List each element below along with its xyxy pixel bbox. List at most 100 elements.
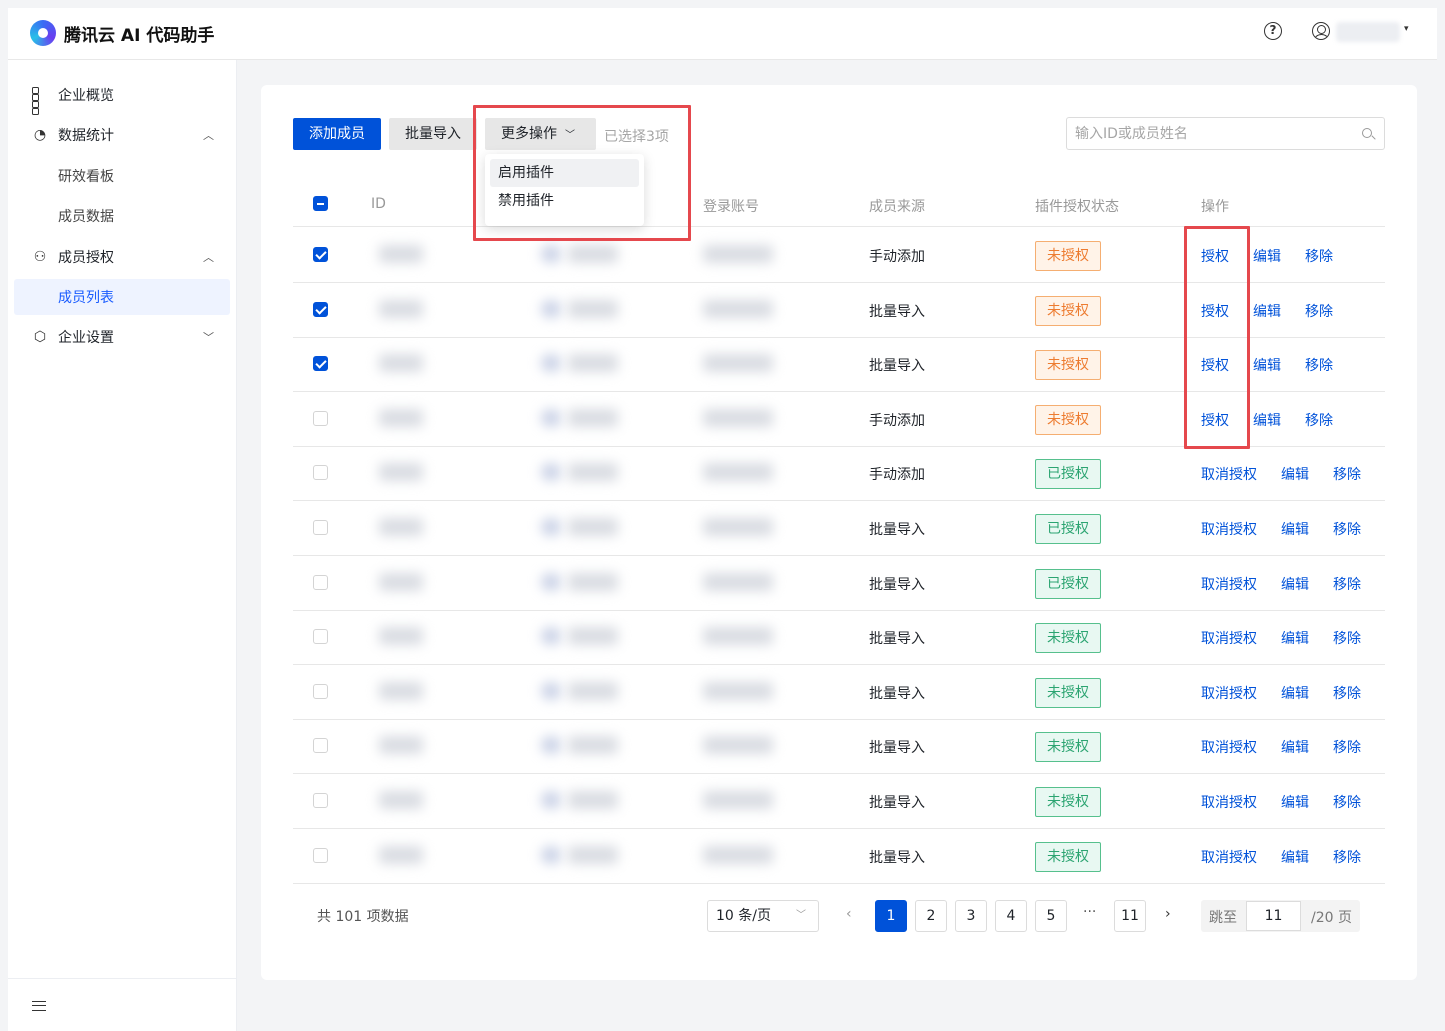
- row-checkbox[interactable]: [313, 848, 328, 863]
- collapse-menu-icon[interactable]: [32, 1001, 46, 1011]
- sidebar-item-member-data[interactable]: 成员数据: [14, 198, 230, 234]
- jump-page-input[interactable]: 11: [1246, 901, 1301, 931]
- sidebar-item-dev-board[interactable]: 研效看板: [14, 158, 230, 194]
- remove-link[interactable]: 移除: [1333, 464, 1361, 484]
- member-id-redacted: [379, 573, 423, 591]
- sidebar-item-stats[interactable]: ◔ 数据统计 ︿: [14, 117, 230, 153]
- remove-link[interactable]: 移除: [1333, 847, 1361, 867]
- row-checkbox[interactable]: [313, 302, 328, 317]
- page-button-3[interactable]: 3: [955, 900, 987, 932]
- page-button-1[interactable]: 1: [875, 900, 907, 932]
- edit-link[interactable]: 编辑: [1281, 792, 1309, 812]
- brand[interactable]: 腾讯云 AI 代码助手: [30, 20, 214, 46]
- remove-link[interactable]: 移除: [1333, 628, 1361, 648]
- sidebar-item-label: 企业概览: [58, 88, 114, 104]
- status-badge: 未授权: [1035, 842, 1101, 872]
- edit-link[interactable]: 编辑: [1253, 246, 1281, 266]
- remove-link[interactable]: 移除: [1305, 301, 1333, 321]
- page-button-5[interactable]: 5: [1035, 900, 1067, 932]
- chevron-down-icon[interactable]: ▾: [1404, 24, 1409, 34]
- remove-link[interactable]: 移除: [1305, 246, 1333, 266]
- status-badge: 未授权: [1035, 241, 1101, 271]
- revoke-auth-link[interactable]: 取消授权: [1201, 628, 1257, 648]
- edit-link[interactable]: 编辑: [1281, 574, 1309, 594]
- row-checkbox[interactable]: [313, 575, 328, 590]
- remove-link[interactable]: 移除: [1333, 574, 1361, 594]
- member-id-redacted: [379, 846, 423, 864]
- batch-import-button[interactable]: 批量导入: [389, 118, 477, 150]
- sidebar-item-member-auth[interactable]: ⚇ 成员授权 ︿: [14, 239, 230, 275]
- edit-link[interactable]: 编辑: [1253, 355, 1281, 375]
- row-checkbox[interactable]: [313, 356, 328, 371]
- status-badge: 未授权: [1035, 296, 1101, 326]
- member-id-redacted: [379, 245, 423, 263]
- row-checkbox[interactable]: [313, 465, 328, 480]
- revoke-auth-link[interactable]: 取消授权: [1201, 519, 1257, 539]
- page-jumper: 跳至 11 /20 页: [1201, 900, 1360, 932]
- sidebar-item-settings[interactable]: ⬡ 企业设置 ﹀: [14, 319, 230, 355]
- next-page-icon[interactable]: ›: [1165, 906, 1171, 922]
- edit-link[interactable]: 编辑: [1281, 847, 1309, 867]
- edit-link[interactable]: 编辑: [1281, 464, 1309, 484]
- remove-link[interactable]: 移除: [1305, 355, 1333, 375]
- help-icon[interactable]: ?: [1264, 22, 1282, 40]
- page-button-4[interactable]: 4: [995, 900, 1027, 932]
- table-row: 批量导入 已授权 取消授权 编辑 移除: [293, 556, 1385, 611]
- sidebar: 企业概览 ◔ 数据统计 ︿ 研效看板 成员数据 ⚇ 成员授权 ︿ 成员列表 ⬡ …: [8, 60, 237, 1031]
- sidebar-item-member-list[interactable]: 成员列表: [14, 279, 230, 315]
- remove-link[interactable]: 移除: [1305, 410, 1333, 430]
- edit-link[interactable]: 编辑: [1281, 683, 1309, 703]
- revoke-auth-link[interactable]: 取消授权: [1201, 464, 1257, 484]
- member-avatar-redacted: [541, 518, 561, 536]
- revoke-auth-link[interactable]: 取消授权: [1201, 737, 1257, 757]
- revoke-auth-link[interactable]: 取消授权: [1201, 683, 1257, 703]
- table-row: 手动添加 已授权 取消授权 编辑 移除: [293, 446, 1385, 501]
- login-account-redacted: [703, 791, 773, 809]
- revoke-auth-link[interactable]: 取消授权: [1201, 792, 1257, 812]
- edit-link[interactable]: 编辑: [1281, 628, 1309, 648]
- login-account-redacted: [703, 573, 773, 591]
- edit-link[interactable]: 编辑: [1253, 410, 1281, 430]
- member-name-redacted: [568, 573, 618, 591]
- login-account-redacted: [703, 300, 773, 318]
- member-source: 手动添加: [869, 467, 925, 483]
- sidebar-item-overview[interactable]: 企业概览: [14, 77, 230, 115]
- edit-link[interactable]: 编辑: [1253, 301, 1281, 321]
- prev-page-icon[interactable]: ‹: [846, 906, 852, 922]
- member-avatar-redacted: [541, 463, 561, 481]
- page-button-11[interactable]: 11: [1114, 900, 1146, 932]
- page-ellipsis[interactable]: ···: [1083, 904, 1096, 920]
- member-avatar-redacted: [541, 682, 561, 700]
- row-checkbox[interactable]: [313, 411, 328, 426]
- remove-link[interactable]: 移除: [1333, 519, 1361, 539]
- users-icon: ⚇: [33, 249, 47, 265]
- row-checkbox[interactable]: [313, 738, 328, 753]
- member-avatar-redacted: [541, 573, 561, 591]
- status-badge: 未授权: [1035, 787, 1101, 817]
- row-checkbox[interactable]: [313, 247, 328, 262]
- revoke-auth-link[interactable]: 取消授权: [1201, 847, 1257, 867]
- row-checkbox[interactable]: [313, 520, 328, 535]
- search-icon[interactable]: [1362, 128, 1372, 138]
- table-row: 批量导入 未授权 取消授权 编辑 移除: [293, 719, 1385, 774]
- member-avatar-redacted: [541, 354, 561, 372]
- remove-link[interactable]: 移除: [1333, 792, 1361, 812]
- search-input[interactable]: [1067, 118, 1347, 149]
- select-all-checkbox[interactable]: [313, 196, 328, 211]
- user-name-redacted[interactable]: [1336, 22, 1400, 42]
- row-checkbox[interactable]: [313, 684, 328, 699]
- edit-link[interactable]: 编辑: [1281, 519, 1309, 539]
- revoke-auth-link[interactable]: 取消授权: [1201, 574, 1257, 594]
- highlight-box-authorize: [1184, 226, 1250, 449]
- row-checkbox[interactable]: [313, 793, 328, 808]
- row-checkbox[interactable]: [313, 629, 328, 644]
- search-box[interactable]: [1066, 117, 1385, 150]
- highlight-box-more-actions: [473, 105, 691, 241]
- edit-link[interactable]: 编辑: [1281, 737, 1309, 757]
- page-button-2[interactable]: 2: [915, 900, 947, 932]
- add-member-button[interactable]: 添加成员: [293, 118, 381, 150]
- remove-link[interactable]: 移除: [1333, 683, 1361, 703]
- page-size-select[interactable]: 10 条/页 ﹀: [707, 900, 819, 932]
- user-avatar-icon[interactable]: [1312, 22, 1330, 40]
- remove-link[interactable]: 移除: [1333, 737, 1361, 757]
